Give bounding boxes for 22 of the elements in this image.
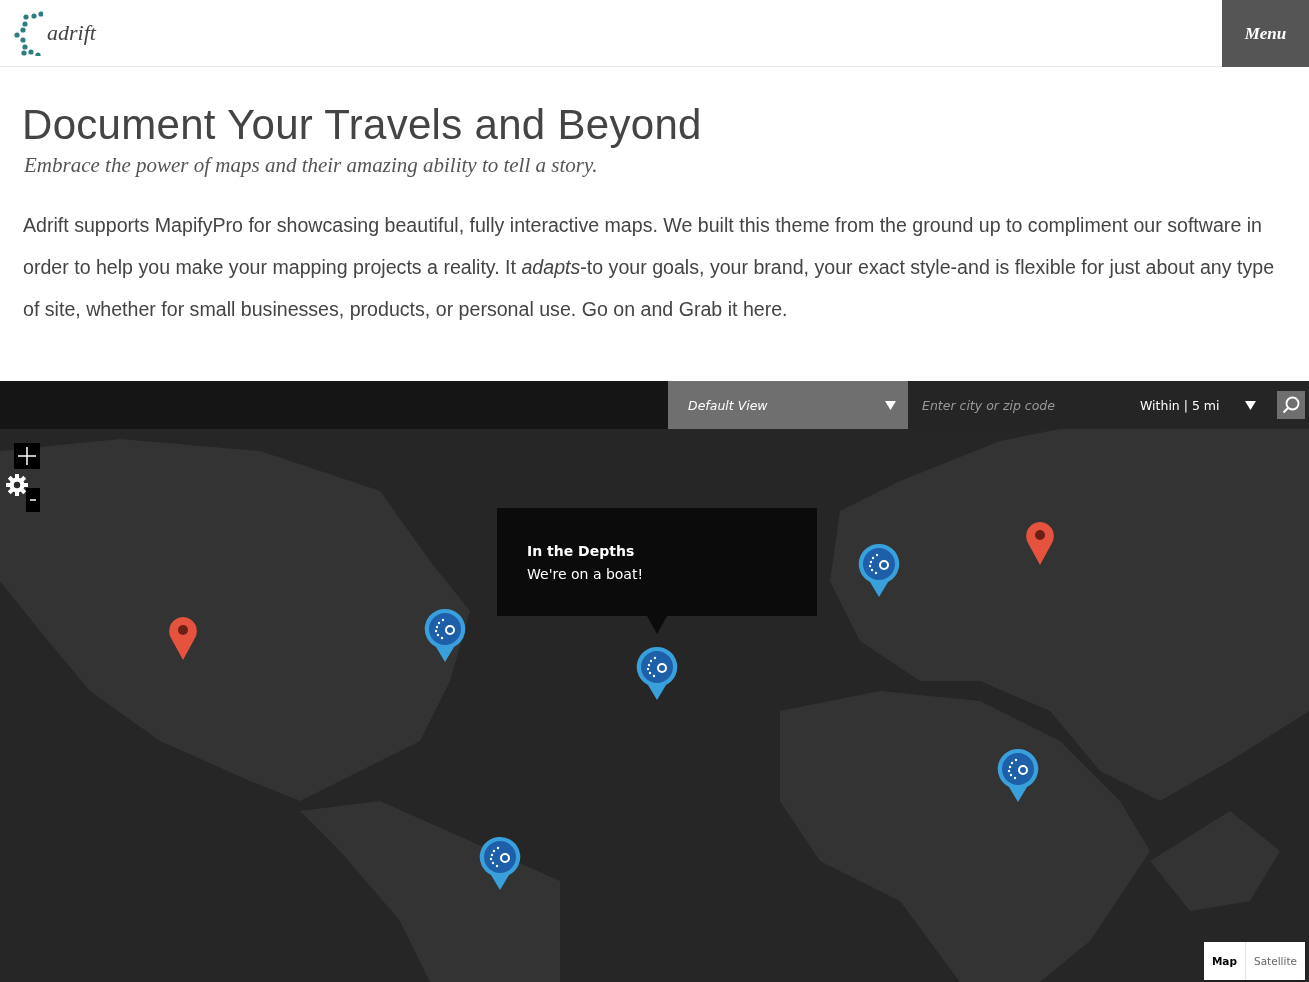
- popup-title: In the Depths: [527, 543, 635, 559]
- search-icon: [1282, 396, 1300, 414]
- map-pin-icon[interactable]: [424, 608, 466, 662]
- zoom-in-button[interactable]: [14, 443, 40, 469]
- minus-icon: [30, 499, 36, 501]
- logo-text[interactable]: adrift: [47, 20, 96, 46]
- logo-icon: [13, 10, 43, 56]
- map-pin-icon[interactable]: [636, 646, 678, 700]
- map-pin-icon[interactable]: [858, 543, 900, 597]
- map-pin-icon[interactable]: [997, 748, 1039, 802]
- map-pin-icon[interactable]: [479, 836, 521, 890]
- view-select[interactable]: Default View: [668, 381, 908, 429]
- popup-text: We're on a boat!: [527, 566, 644, 582]
- map-type-tab[interactable]: Satellite: [1246, 942, 1305, 980]
- menu-button[interactable]: Menu: [1222, 0, 1309, 67]
- map-type-tab[interactable]: Map: [1203, 942, 1246, 980]
- zoom-out-button[interactable]: [26, 488, 40, 512]
- intro-paragraph: Adrift supports MapifyPro for showcasing beautiful, fully interactive maps. We built this theme from the ground up to compliment our software in order to help you make your mapping projects a reality. It adapts-to your goals, your brand, your exact style-and is flexible for just about any type of site, whether for small businesses, products, or personal use. Go on and Grab it here.: [23, 213, 1276, 322]
- plus-icon: [18, 447, 36, 465]
- page-title: Document Your Travels and Beyond: [22, 101, 703, 149]
- page-subtitle: Embrace the power of maps and their amazing ability to tell a story.: [24, 153, 599, 178]
- search-button[interactable]: [1277, 391, 1305, 419]
